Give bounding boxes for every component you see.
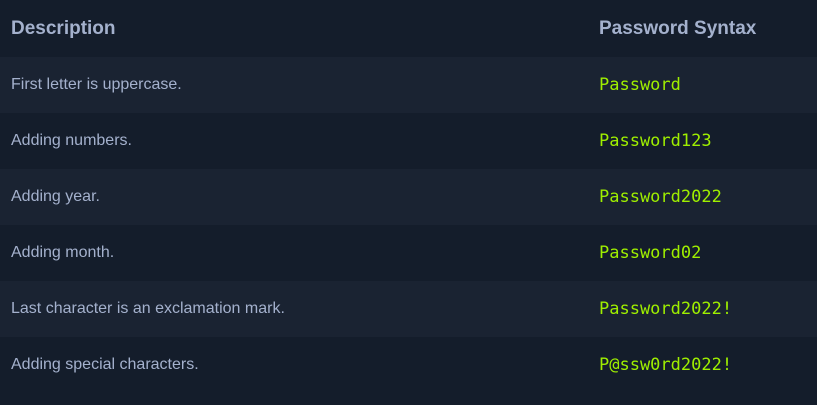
row-password-syntax: Password2022! — [599, 299, 733, 319]
table-row: Adding month. Password02 — [0, 225, 817, 281]
row-password-syntax: P@ssw0rd2022! — [599, 355, 733, 375]
table-row: First letter is uppercase. Password — [0, 57, 817, 113]
row-password-syntax: Password2022 — [599, 187, 722, 207]
row-password-syntax: Password02 — [599, 243, 702, 263]
row-description: Adding year. — [11, 188, 100, 205]
row-password-syntax: Password — [599, 75, 681, 95]
row-description: Last character is an exclamation mark. — [11, 300, 285, 317]
header-password-syntax: Password Syntax — [599, 17, 757, 39]
row-description: Adding special characters. — [11, 356, 199, 373]
row-description: Adding month. — [11, 244, 115, 261]
table-row: Adding year. Password2022 — [0, 169, 817, 225]
row-description: Adding numbers. — [11, 132, 132, 149]
header-description: Description — [11, 17, 116, 39]
row-description: First letter is uppercase. — [11, 76, 182, 93]
table-row: Adding special characters. P@ssw0rd2022! — [0, 337, 817, 393]
password-syntax-table: Description Password Syntax First letter… — [0, 0, 817, 405]
table-row: Adding numbers. Password123 — [0, 113, 817, 169]
table-row: Last character is an exclamation mark. P… — [0, 281, 817, 337]
row-password-syntax: Password123 — [599, 131, 712, 151]
table-header-row: Description Password Syntax — [0, 0, 817, 57]
